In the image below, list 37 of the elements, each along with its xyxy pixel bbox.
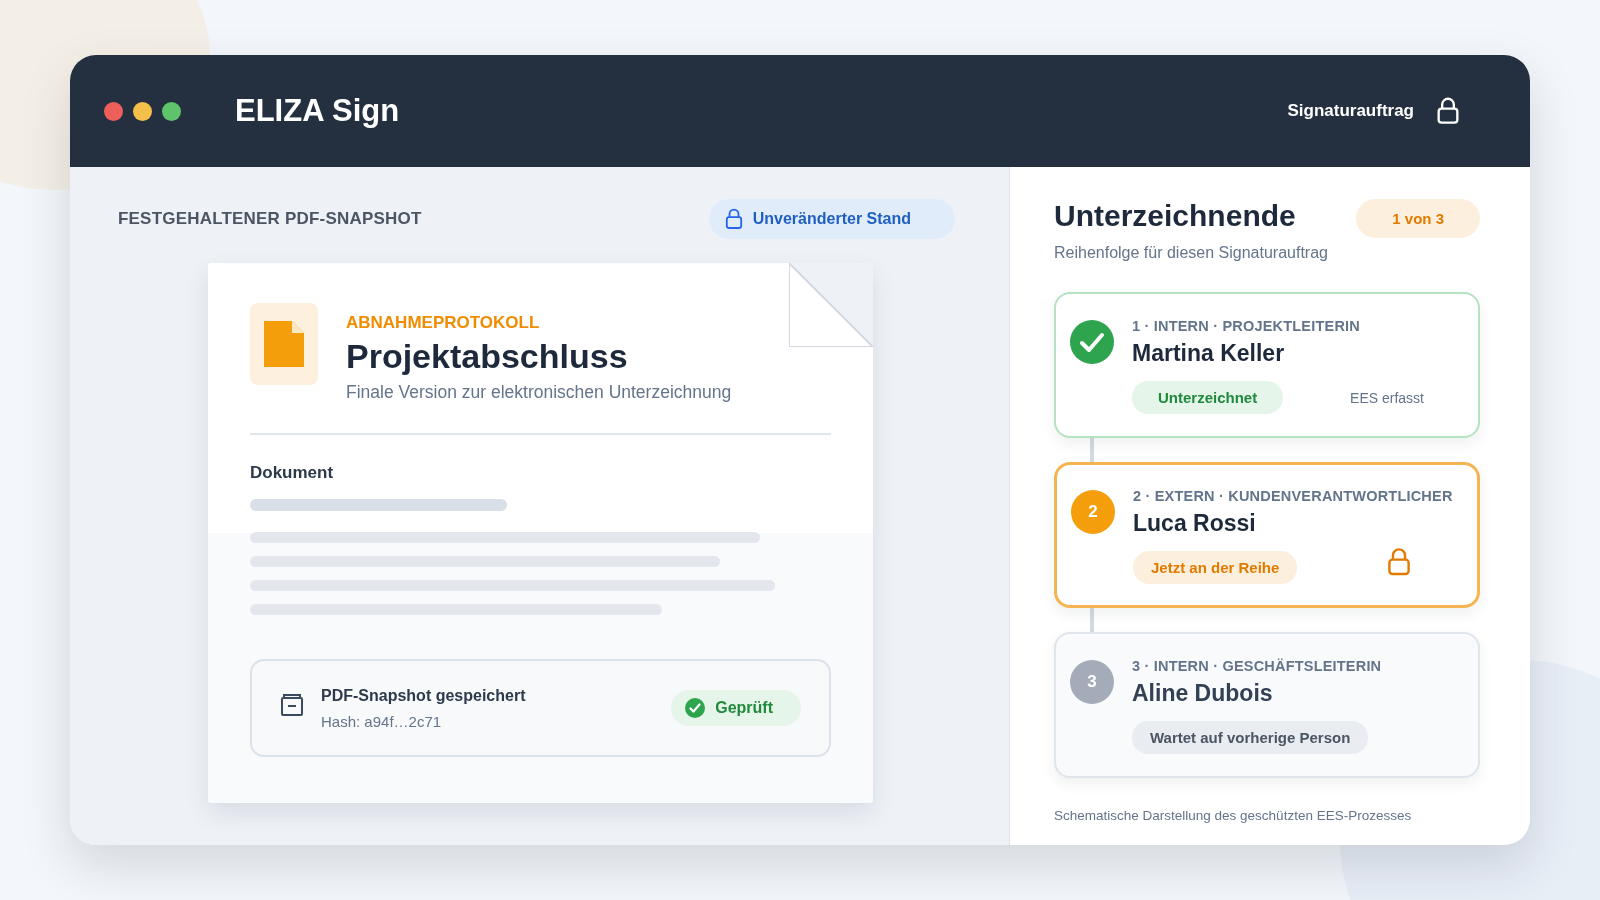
signature-note: EES erfasst — [1350, 389, 1424, 406]
snapshot-title: PDF-Snapshot gespeichert — [321, 686, 526, 705]
check-circle-icon — [685, 698, 706, 718]
document-type: ABNAHMEPROTOKOLL — [346, 313, 541, 333]
hash-text: Hash: a94f…2c71 — [321, 712, 443, 730]
signer-role: 1 · INTERN · PROJEKTLEITERIN — [1132, 318, 1361, 334]
check-circle-icon — [1070, 320, 1114, 364]
progress-badge: 1 von 3 — [1356, 199, 1480, 238]
document-title: Projektabschluss — [346, 337, 629, 376]
signer-name: Luca Rossi — [1133, 510, 1257, 537]
status-badge: Wartet auf vorherige Person — [1132, 721, 1369, 754]
signer-name: Aline Dubois — [1132, 680, 1274, 707]
step-number: 2 — [1071, 490, 1115, 534]
lock-icon — [724, 208, 743, 230]
status-badge: Unterzeichnet — [1132, 381, 1284, 414]
archive-icon — [280, 693, 304, 717]
lock-icon — [1436, 97, 1460, 125]
header-label: Signaturauftrag — [1287, 101, 1414, 121]
footnote: Schematische Darstellung des geschützten EES-Prozesses — [1054, 808, 1413, 823]
maximize-button[interactable] — [162, 101, 181, 121]
signer-role: 2 · EXTERN · KUNDENVERANTWORTLICHER — [1133, 488, 1454, 504]
status-pill-label: Unveränderter Stand — [752, 210, 911, 228]
signer-role: 3 · INTERN · GESCHÄFTSLEITERIN — [1132, 658, 1383, 674]
section-label: FESTGEHALTENER PDF-SNAPSHOT — [118, 209, 422, 229]
body-label: Dokument — [250, 463, 335, 483]
panel-subtitle: Reihenfolge für diesen Signaturauftrag — [1054, 244, 1329, 262]
document-subtitle: Finale Version zur elektronischen Unterzeichnung — [346, 382, 732, 403]
signer-name: Martina Keller — [1132, 340, 1286, 367]
panel-title: Unterzeichnende — [1054, 198, 1296, 233]
app-title: ELIZA Sign — [235, 93, 400, 129]
close-button[interactable] — [104, 101, 123, 121]
status-badge: Jetzt an der Reihe — [1133, 551, 1298, 584]
document-icon — [264, 321, 304, 367]
verified-label: Geprüft — [715, 699, 773, 717]
step-number: 3 — [1070, 660, 1114, 704]
minimize-button[interactable] — [133, 101, 152, 121]
lock-icon — [1387, 546, 1411, 577]
